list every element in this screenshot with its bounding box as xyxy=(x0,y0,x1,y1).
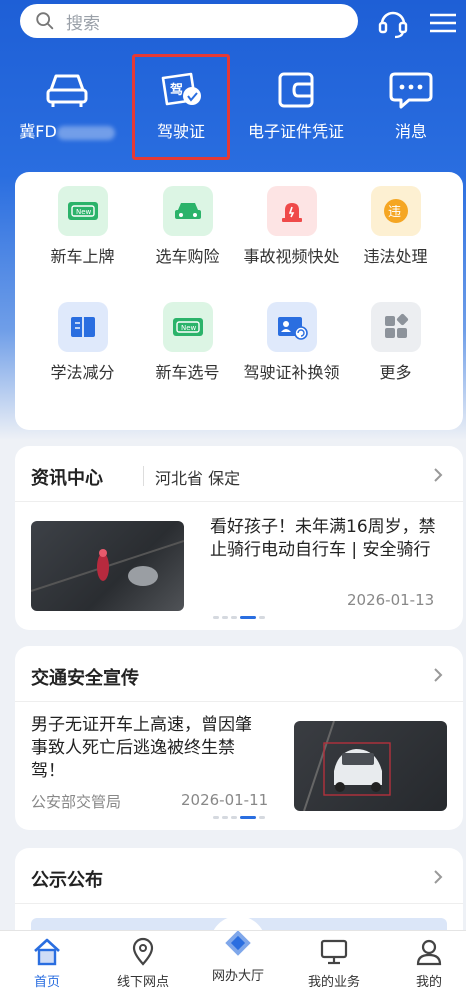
service-new-plate[interactable]: New 新车上牌 xyxy=(30,186,135,267)
headset-icon[interactable] xyxy=(376,6,410,40)
nav-label: 首页 xyxy=(33,975,60,990)
quick-e-certificate-label: 电子证件凭证 xyxy=(247,122,344,141)
service-label: 事故视频快处 xyxy=(243,247,340,266)
news-headline[interactable]: 看好孩子！未年满16周岁，禁止骑行电动自行车 | 安全骑行 xyxy=(210,516,440,562)
region-selector[interactable]: 河北省 保定 xyxy=(155,465,240,489)
nav-label: 我的业务 xyxy=(307,975,360,990)
menu-icon[interactable] xyxy=(426,6,460,40)
news-headline[interactable]: 男子无证开车上高速，曾因肇事致人死亡后逃逸被终生禁驾！ xyxy=(31,714,267,783)
divider xyxy=(15,903,463,904)
divider xyxy=(143,466,144,486)
quick-vehicle-label: 冀FD xyxy=(19,122,57,141)
alarm-icon xyxy=(266,186,317,236)
plate-blur xyxy=(56,125,115,140)
book-icon xyxy=(57,302,108,352)
search-placeholder: 搜索 xyxy=(66,13,100,34)
news-center-card: 资讯中心 河北省 保定 看好孩子！未年满16周岁，禁止骑行电动自行车 | 安全骑… xyxy=(15,446,463,630)
section-title: 交通安全宣传 xyxy=(31,668,139,689)
search-bar[interactable]: 搜索 xyxy=(20,4,358,38)
chevron-right-icon[interactable] xyxy=(431,870,445,884)
service-study-deduct[interactable]: 学法减分 xyxy=(30,302,135,383)
violation-icon: 违 xyxy=(370,186,421,236)
news-thumbnail[interactable] xyxy=(31,521,184,611)
service-more[interactable]: 更多 xyxy=(343,302,448,383)
svg-text:New: New xyxy=(76,208,92,216)
more-icon xyxy=(370,302,421,352)
quick-e-certificate[interactable]: 电子证件凭证 xyxy=(241,64,351,142)
service-new-number[interactable]: New 新车选号 xyxy=(135,302,240,383)
quick-messages[interactable]: 消息 xyxy=(356,64,466,142)
ebike-photo xyxy=(31,540,184,592)
nav-label: 我的 xyxy=(415,975,442,990)
nav-online-hall[interactable]: 网办大厅 xyxy=(193,931,283,984)
car-photo xyxy=(303,721,391,811)
service-license-reissue[interactable]: 驾驶证补换领 xyxy=(239,302,344,383)
car-insurance-icon xyxy=(162,186,213,236)
service-violation[interactable]: 违 违法处理 xyxy=(343,186,448,267)
nav-offline-outlets[interactable]: 线下网点 xyxy=(98,937,188,990)
highlight-box xyxy=(132,54,230,160)
news-thumbnail[interactable] xyxy=(294,721,447,811)
news-date: 2026-01-11 xyxy=(181,791,269,809)
nav-home[interactable]: 首页 xyxy=(2,937,92,990)
news-date: 2026-01-13 xyxy=(347,591,435,609)
traffic-safety-card: 交通安全宣传 男子无证开车上高速，曾因肇事致人死亡后逃逸被终生禁驾！ 公安部交管… xyxy=(15,646,463,830)
quick-actions: 冀FD 驾 驾驶证 电子证件凭证 消息 xyxy=(0,64,466,164)
quick-messages-label: 消息 xyxy=(394,122,427,141)
user-icon xyxy=(416,939,442,966)
divider xyxy=(15,701,463,702)
new-plate-icon: New xyxy=(57,186,108,236)
new-number-icon: New xyxy=(162,302,213,352)
location-icon xyxy=(132,937,154,966)
quick-vehicle[interactable]: 冀FD xyxy=(12,64,122,142)
services-card: New 新车上牌 选车购险 事故视频快处 违 违法处理 学法减分 New 新车选… xyxy=(15,172,463,430)
service-label: 更多 xyxy=(379,363,412,382)
home-icon xyxy=(34,938,60,966)
divider xyxy=(15,501,463,502)
service-buy-insurance[interactable]: 选车购险 xyxy=(135,186,240,267)
service-label: 选车购险 xyxy=(155,247,220,266)
bottom-nav: 首页 线下网点 网办大厅 我的业务 我的 xyxy=(0,930,466,999)
nav-mine[interactable]: 我的 xyxy=(384,937,466,990)
news-source: 公安部交管局 xyxy=(31,793,122,811)
service-label: 驾驶证补换领 xyxy=(243,363,340,382)
car-icon xyxy=(46,74,88,107)
svg-text:违: 违 xyxy=(388,205,401,220)
service-label: 学法减分 xyxy=(50,363,115,382)
service-label: 新车选号 xyxy=(155,363,220,382)
carousel-indicator xyxy=(213,616,265,619)
message-icon xyxy=(389,72,433,109)
nav-my-business[interactable]: 我的业务 xyxy=(289,937,379,990)
service-accident-video[interactable]: 事故视频快处 xyxy=(239,186,344,267)
nav-label: 网办大厅 xyxy=(211,969,264,984)
handshake-icon xyxy=(225,931,251,956)
nav-label: 线下网点 xyxy=(116,975,169,990)
license-reissue-icon xyxy=(266,302,317,352)
section-title: 资讯中心 xyxy=(31,468,103,489)
section-title: 公示公布 xyxy=(31,870,103,891)
carousel-indicator xyxy=(213,816,265,819)
monitor-icon xyxy=(320,939,348,965)
service-label: 新车上牌 xyxy=(50,247,115,266)
service-label: 违法处理 xyxy=(363,247,428,266)
svg-text:New: New xyxy=(181,324,197,332)
search-icon xyxy=(36,12,54,30)
wallet-icon xyxy=(278,72,314,108)
chevron-right-icon[interactable] xyxy=(431,668,445,682)
chevron-right-icon[interactable] xyxy=(431,468,445,482)
